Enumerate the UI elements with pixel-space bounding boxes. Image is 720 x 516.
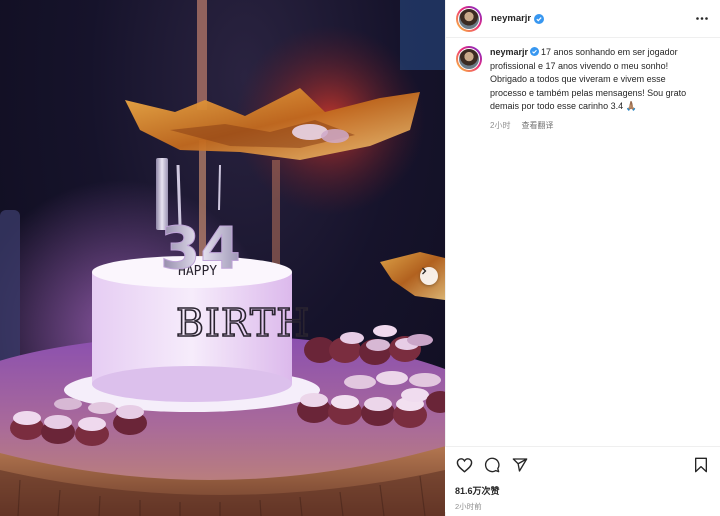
caption-meta: 2小时 查看翻译 [490,119,695,133]
chevron-right-icon [422,267,427,275]
caption-block: neymarjr 17 anos sonhando em ser jogador … [446,38,720,132]
translate-link[interactable]: 查看翻译 [521,119,553,133]
post-photo[interactable]: HAPPY BIRTH 34 [0,0,445,516]
author-avatar[interactable] [456,5,482,32]
post-side-panel: neymarjr neymarjr 17 anos sonhando em ser… [445,0,720,516]
caption-avatar[interactable] [456,46,482,72]
save-button[interactable] [692,456,710,474]
bookmark-icon [695,457,707,473]
author-username[interactable]: neymarjr [491,13,531,24]
more-options-icon [696,17,708,20]
like-count[interactable]: 81.6万次赞 [455,484,710,497]
verified-badge-icon [530,47,540,56]
next-photo-button[interactable] [420,267,438,285]
comment-icon [484,457,500,473]
share-button[interactable] [511,456,529,474]
number-candle: 34 [160,214,241,282]
post-time: 2小时 [490,120,511,130]
like-button[interactable] [455,456,473,474]
share-icon [512,458,528,472]
comment-button[interactable] [483,456,501,474]
verified-badge-icon [534,13,545,24]
heart-icon [456,458,472,473]
post-timestamp: 2小时前 [455,502,482,511]
more-options-button[interactable] [694,11,710,27]
cake-text: BIRTH [176,301,310,345]
action-bar [455,455,710,475]
caption-username[interactable]: neymarjr [490,47,528,57]
post-actions: 81.6万次赞 2小时前 [445,446,720,512]
caption: neymarjr 17 anos sonhando em ser jogador … [490,46,695,132]
post-header: neymarjr [446,0,720,38]
birthday-cake-photo: HAPPY BIRTH 34 [0,0,445,516]
